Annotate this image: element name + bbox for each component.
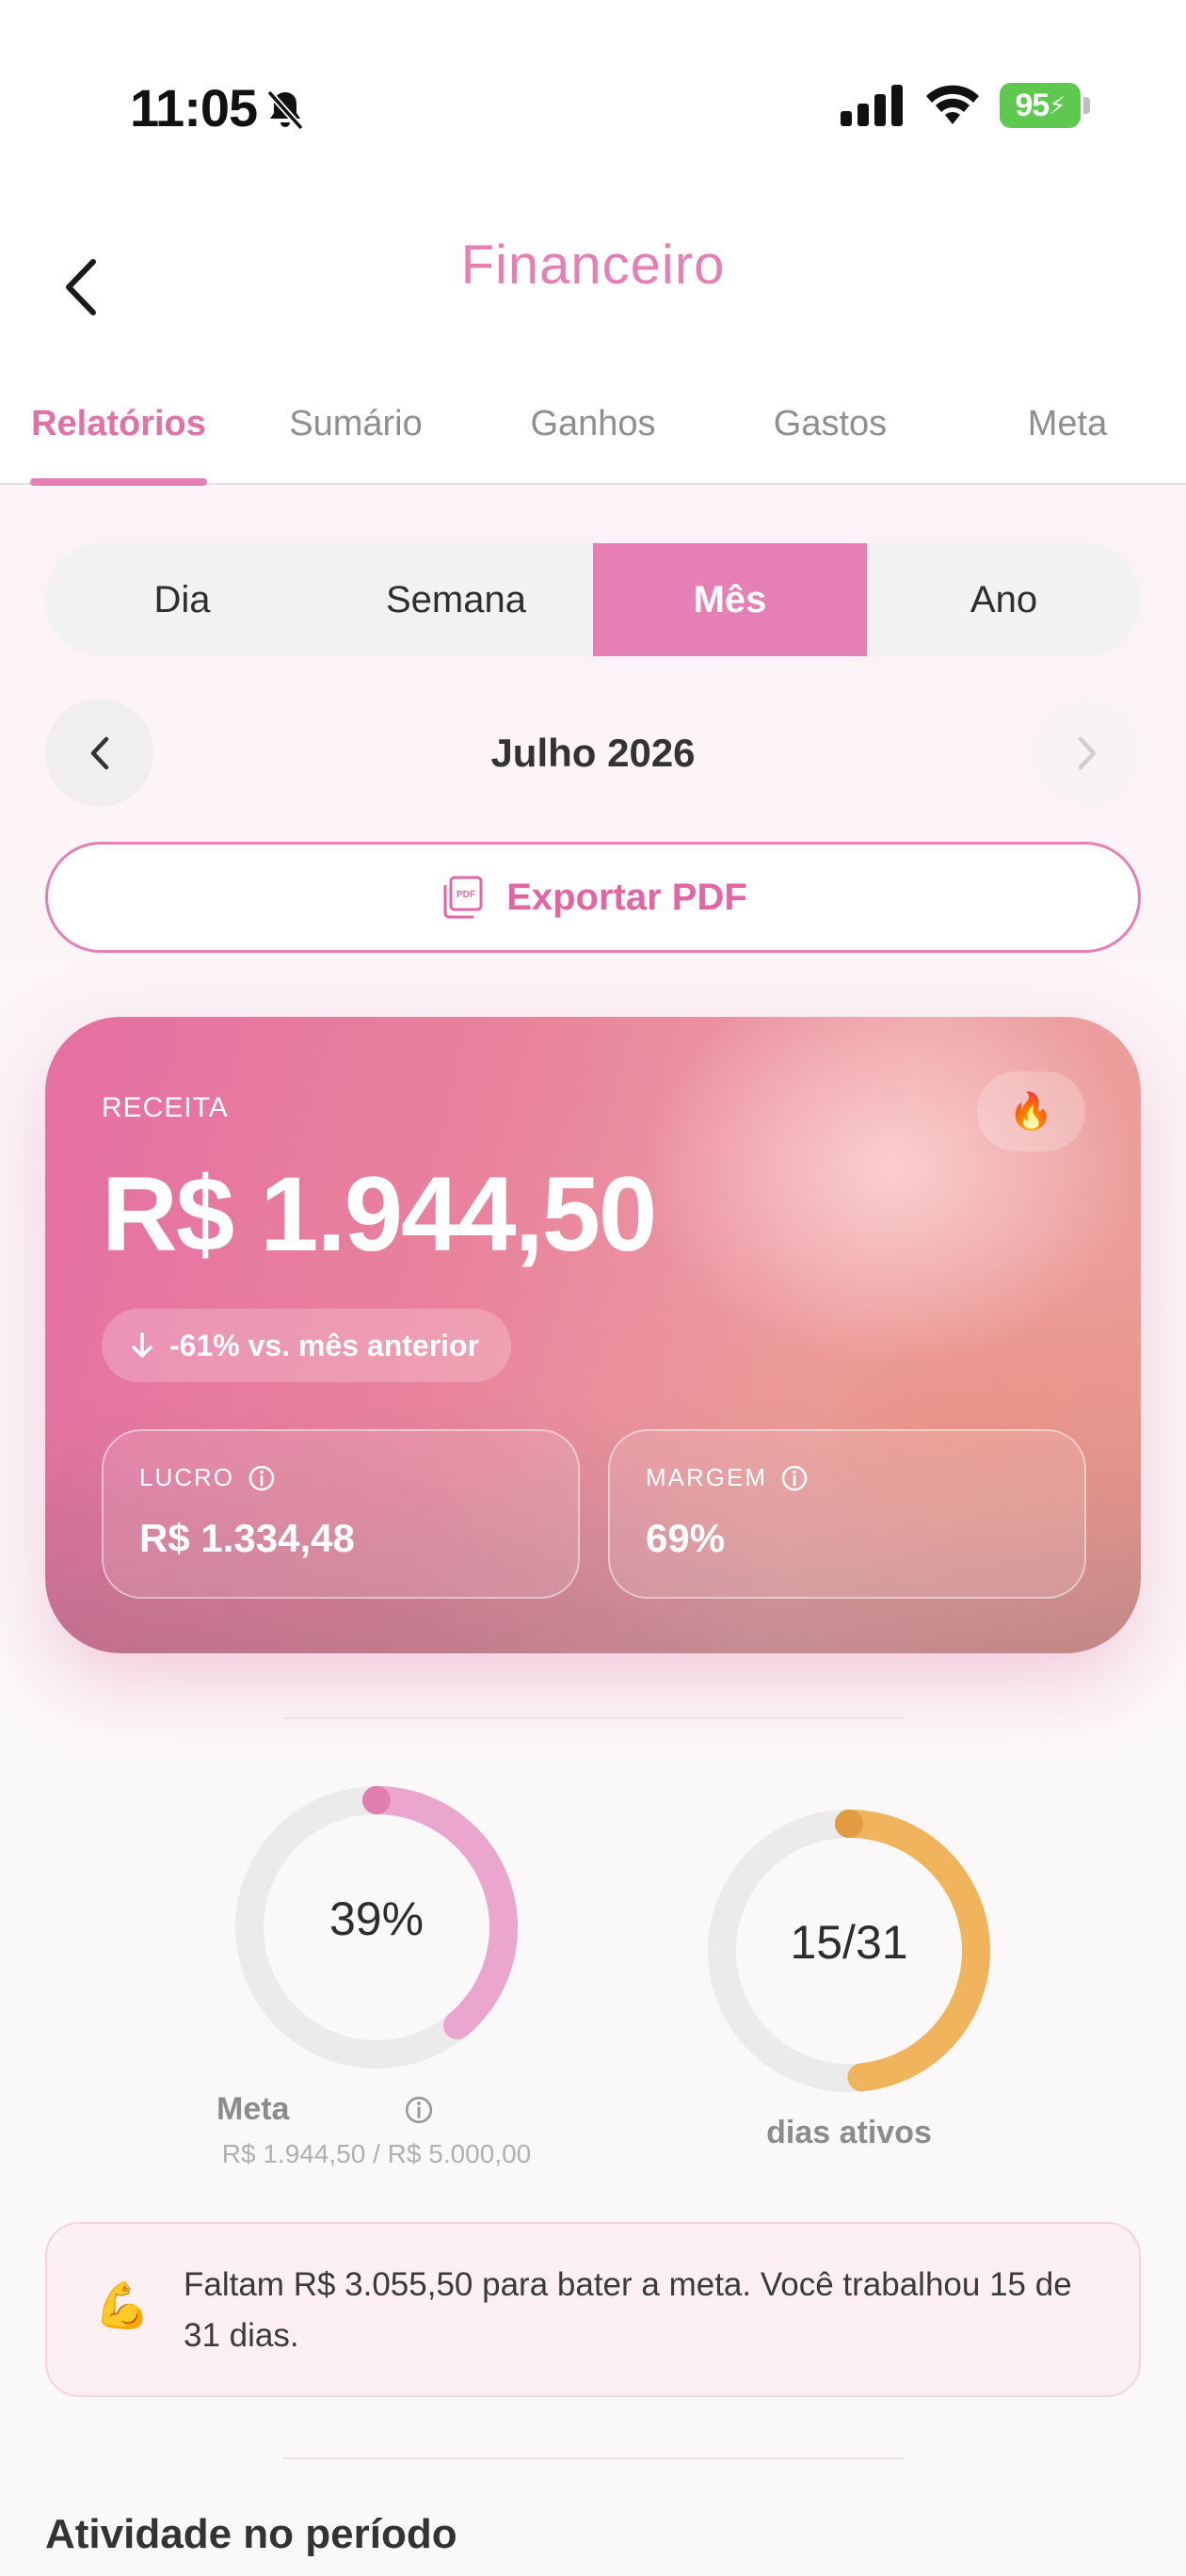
tab-ganhos[interactable]: Ganhos bbox=[474, 377, 712, 471]
revenue-change-text: -61% vs. mês anterior bbox=[169, 1328, 480, 1362]
profit-value: R$ 1.334,48 bbox=[139, 1516, 355, 1560]
status-bar: 11:05 95 ⚡ bbox=[0, 0, 1186, 207]
goal-info-box: 💪 Faltam R$ 3.055,50 para bater a meta. … bbox=[45, 2222, 1141, 2397]
goal-detail: R$ 1.944,50 / R$ 5.000,00 bbox=[221, 2139, 532, 2168]
divider bbox=[282, 1717, 904, 1719]
profit-card: LUCRO R$ 1.334,48 bbox=[102, 1429, 580, 1599]
export-pdf-label: Exportar PDF bbox=[506, 876, 747, 918]
chevron-right-icon bbox=[1078, 736, 1096, 769]
revenue-card: RECEITA 🔥 R$ 1.944,50 -61% vs. mês anter… bbox=[45, 1017, 1141, 1653]
current-period-label: Julho 2026 bbox=[490, 730, 696, 775]
active-days-progress: 15/31 dias ativos bbox=[689, 1800, 1009, 2151]
info-icon[interactable] bbox=[404, 2095, 434, 2125]
goal-caption-row: Meta bbox=[216, 2091, 537, 2128]
status-time: 11:05 bbox=[130, 78, 258, 137]
info-icon[interactable] bbox=[248, 1464, 276, 1492]
active-days-value: 15/31 bbox=[790, 1916, 908, 1969]
goal-percent: 39% bbox=[329, 1892, 425, 1945]
chevron-left-icon bbox=[90, 736, 108, 769]
flexed-bicep-icon: 💪 bbox=[94, 2281, 151, 2331]
tab-meta[interactable]: Meta bbox=[949, 377, 1186, 471]
period-option-dia[interactable]: Dia bbox=[45, 543, 319, 656]
margin-card: MARGEM 69% bbox=[608, 1429, 1086, 1599]
tab-relatorios[interactable]: Relatórios bbox=[0, 377, 237, 471]
bell-muted-icon bbox=[266, 89, 304, 131]
month-navigator: Julho 2026 bbox=[45, 699, 1141, 807]
battery-percent: 95 bbox=[1015, 87, 1050, 123]
svg-text:PDF: PDF bbox=[457, 890, 475, 900]
battery-level: 95 ⚡ bbox=[1000, 83, 1081, 128]
period-option-mes[interactable]: Mês bbox=[593, 543, 867, 656]
goal-ring-start-cap bbox=[362, 1786, 391, 1814]
active-days-ring-start-cap bbox=[835, 1810, 863, 1838]
cellular-signal-icon bbox=[841, 85, 903, 126]
tab-sumario[interactable]: Sumário bbox=[237, 377, 474, 471]
margin-value: 69% bbox=[646, 1516, 726, 1560]
revenue-change-pill: -61% vs. mês anterior bbox=[102, 1309, 512, 1382]
export-pdf-button[interactable]: PDF Exportar PDF bbox=[45, 842, 1141, 953]
fire-badge: 🔥 bbox=[977, 1071, 1085, 1151]
wifi-icon bbox=[926, 85, 979, 124]
reports-content: Dia Semana Mês Ano Julho 2026 PDF Export… bbox=[0, 487, 1186, 2576]
revenue-value: R$ 1.944,50 bbox=[102, 1155, 657, 1273]
active-days-caption: dias ativos bbox=[766, 2115, 932, 2150]
revenue-label: RECEITA bbox=[102, 1092, 229, 1123]
period-option-ano[interactable]: Ano bbox=[867, 543, 1141, 656]
period-selector: Dia Semana Mês Ano bbox=[45, 543, 1141, 656]
section-title: Atividade no período bbox=[45, 2511, 457, 2557]
active-tab-indicator bbox=[30, 478, 207, 486]
goal-caption: Meta bbox=[216, 2091, 290, 2127]
period-option-semana[interactable]: Semana bbox=[319, 543, 593, 656]
margin-label-row: MARGEM bbox=[646, 1463, 809, 1492]
previous-month-button[interactable] bbox=[45, 699, 153, 807]
tab-gastos[interactable]: Gastos bbox=[712, 377, 949, 471]
fire-icon: 🔥 bbox=[1008, 1091, 1054, 1132]
margin-label: MARGEM bbox=[646, 1463, 767, 1491]
arrow-down-icon bbox=[132, 1332, 152, 1358]
app-header: Financeiro Relatórios Sumário Ganhos Gas… bbox=[0, 207, 1186, 486]
tab-bar: Relatórios Sumário Ganhos Gastos Meta bbox=[0, 377, 1186, 485]
battery-icon: 95 ⚡ bbox=[1000, 83, 1090, 128]
info-icon[interactable] bbox=[780, 1464, 809, 1492]
page-title: Financeiro bbox=[460, 234, 726, 296]
profit-label-row: LUCRO bbox=[139, 1463, 276, 1492]
next-month-button[interactable] bbox=[1033, 699, 1141, 807]
divider bbox=[282, 2457, 904, 2459]
screen: 11:05 95 ⚡ Financeiro Relatórios Sumário… bbox=[0, 0, 1186, 2576]
goal-info-text: Faltam R$ 3.055,50 para bater a meta. Vo… bbox=[184, 2266, 1072, 2354]
profit-label: LUCRO bbox=[139, 1463, 235, 1491]
pdf-file-icon: PDF bbox=[443, 876, 483, 919]
goal-progress: 39% Meta R$ 1.944,50 / R$ 5.000,00 bbox=[216, 1777, 537, 2169]
